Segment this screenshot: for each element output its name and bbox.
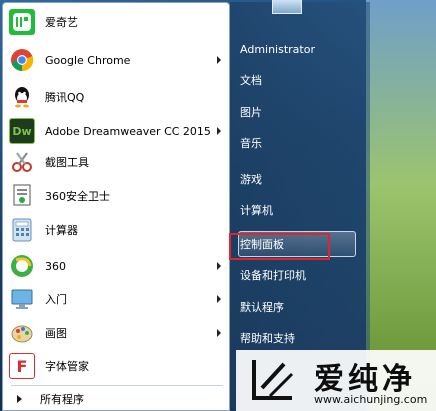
- calculator-icon: [9, 217, 35, 243]
- app-label: 计算器: [45, 224, 78, 237]
- chrome-icon: [9, 47, 35, 73]
- paint-icon: [9, 320, 35, 346]
- app-label: 爱奇艺: [45, 16, 78, 29]
- dreamweaver-icon: Dw: [9, 118, 35, 144]
- app-item-dreamweaver[interactable]: Dw Adobe Dreamweaver CC 2015: [7, 116, 227, 146]
- font-manager-icon: F: [9, 353, 35, 379]
- qq-icon: [9, 84, 35, 110]
- watermark: 爱纯净 www.aichunjing.com: [236, 350, 436, 411]
- app-item-font-manager[interactable]: F 字体管家: [7, 351, 227, 381]
- app-item-calculator[interactable]: 计算器: [7, 215, 227, 245]
- control-panel-link[interactable]: 控制面板: [240, 236, 284, 254]
- submenu-arrow-icon: [217, 127, 221, 135]
- music-link[interactable]: 音乐: [240, 135, 262, 153]
- app-label: 入门: [45, 293, 67, 306]
- 360-browser-icon: [9, 253, 35, 279]
- games-link[interactable]: 游戏: [240, 171, 262, 189]
- app-item-snipping-tool[interactable]: 截图工具: [7, 147, 227, 177]
- watermark-url: www.aichunjing.com: [314, 393, 428, 406]
- app-label: 360: [45, 259, 66, 273]
- submenu-arrow-icon: [217, 329, 221, 337]
- app-item-360-browser[interactable]: 360: [7, 251, 227, 281]
- all-programs-button[interactable]: 所有程序: [7, 389, 227, 409]
- right-arrow-icon: [17, 395, 22, 403]
- snipping-tool-icon: [9, 149, 35, 175]
- iqiyi-icon: [9, 9, 35, 35]
- app-label: 腾讯QQ: [45, 91, 85, 104]
- app-label: 截图工具: [45, 156, 89, 169]
- app-label: 画图: [45, 327, 67, 340]
- submenu-arrow-icon: [217, 295, 221, 303]
- documents-link[interactable]: 文档: [240, 72, 262, 90]
- app-label: 360安全卫士: [45, 190, 110, 203]
- devices-printers-link[interactable]: 设备和打印机: [240, 267, 306, 285]
- all-programs-label: 所有程序: [40, 393, 84, 406]
- watermark-logo-icon: [252, 360, 294, 400]
- 360-safe-icon: [9, 183, 35, 209]
- computer-link[interactable]: 计算机: [240, 202, 273, 220]
- app-item-getting-started[interactable]: 入门: [7, 284, 227, 314]
- app-label: Google Chrome: [45, 53, 131, 67]
- app-item-chrome[interactable]: Google Chrome: [7, 45, 227, 75]
- submenu-arrow-icon: [217, 56, 221, 64]
- app-item-iqiyi[interactable]: 爱奇艺: [7, 7, 227, 37]
- default-programs-link[interactable]: 默认程序: [240, 299, 284, 317]
- pictures-link[interactable]: 图片: [240, 104, 262, 122]
- user-name-link[interactable]: Administrator: [240, 41, 315, 59]
- app-item-360-safe[interactable]: 360安全卫士: [7, 181, 227, 211]
- getting-started-icon: [9, 286, 35, 312]
- watermark-title: 爱纯净: [314, 362, 416, 397]
- app-item-qq[interactable]: 腾讯QQ: [7, 82, 227, 112]
- app-item-paint[interactable]: 画图: [7, 318, 227, 348]
- app-label: 字体管家: [45, 360, 89, 373]
- submenu-arrow-icon: [217, 262, 221, 270]
- divider: [11, 385, 223, 386]
- user-picture[interactable]: [272, 0, 302, 14]
- app-label: Adobe Dreamweaver CC 2015: [45, 124, 211, 138]
- help-support-link[interactable]: 帮助和支持: [240, 330, 295, 348]
- programs-panel: 爱奇艺 Google Chrome 腾讯QQ Dw Adobe Dreamwea…: [2, 2, 230, 411]
